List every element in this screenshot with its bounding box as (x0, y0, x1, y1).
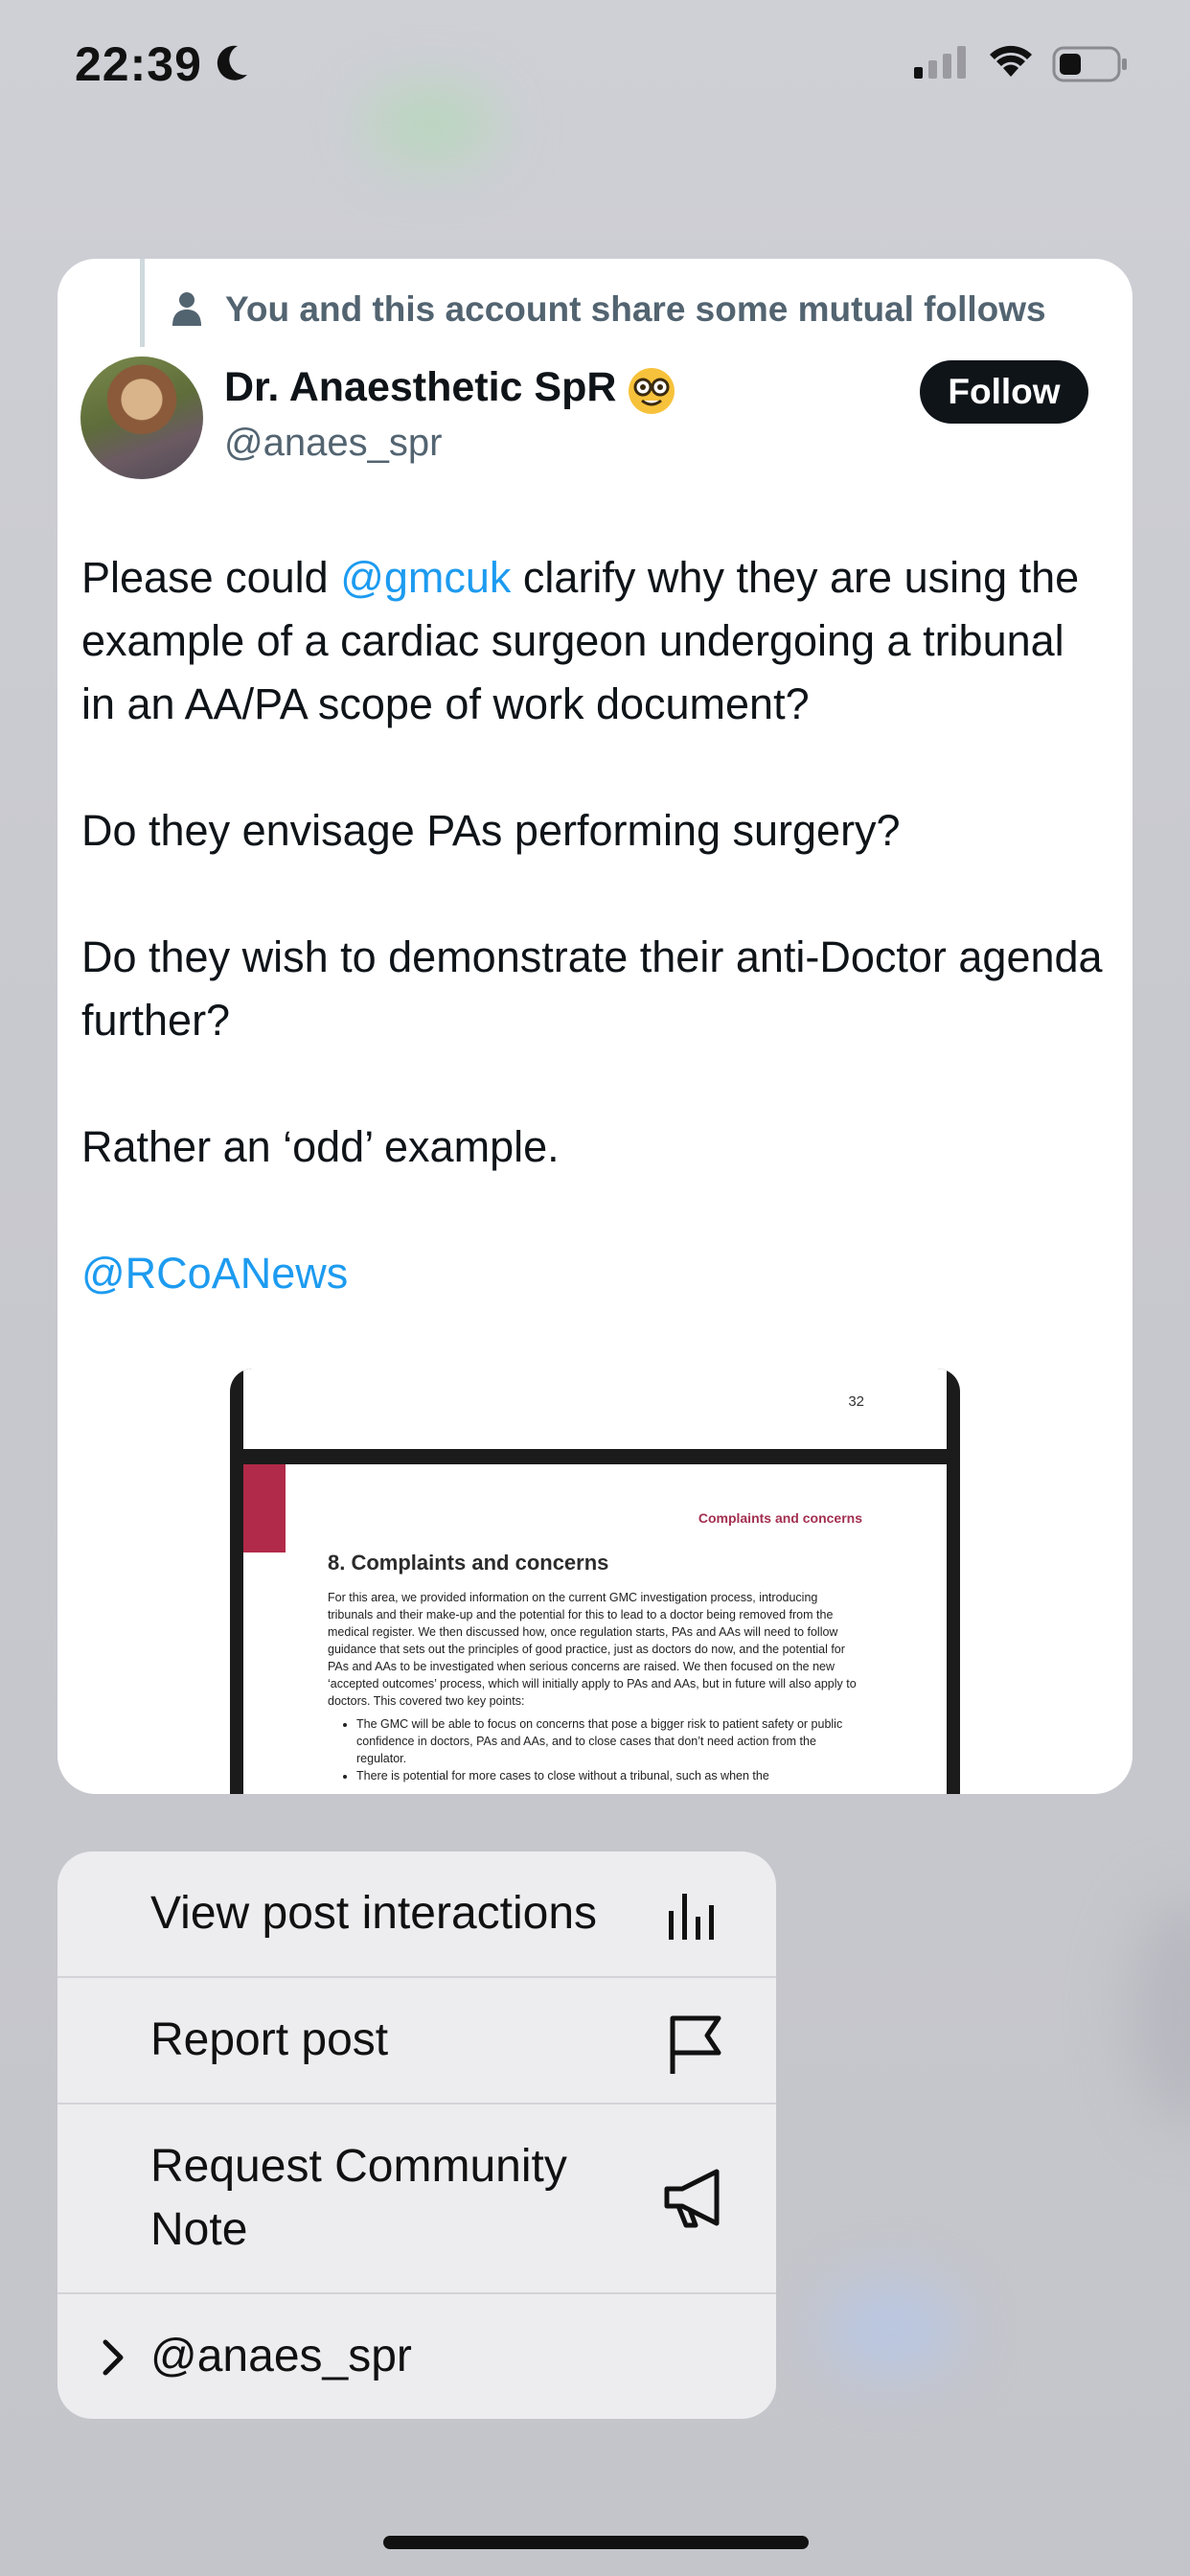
background-blur-shape (824, 2281, 958, 2377)
mention-link[interactable]: @RCoANews (81, 1249, 348, 1298)
author-handle[interactable]: @anaes_spr (224, 422, 442, 465)
document-bullet: There is potential for more cases to clo… (356, 1767, 864, 1784)
section-tab (243, 1464, 286, 1552)
document-heading: 8. Complaints and concerns (328, 1551, 609, 1575)
follow-button[interactable]: Follow (920, 360, 1088, 424)
mention-link[interactable]: @gmcuk (340, 553, 511, 602)
text-segment: Please could (81, 553, 341, 602)
document-body: For this area, we provided information o… (328, 1589, 864, 1784)
menu-item-label: @anaes_spr (150, 2331, 412, 2381)
document-bullet: The GMC will be able to focus on concern… (356, 1715, 864, 1767)
author-name[interactable]: Dr. Anaesthetic SpR (224, 364, 616, 411)
person-icon (172, 292, 201, 326)
wifi-icon (990, 45, 1032, 77)
flag-icon (670, 2015, 721, 2074)
nerd-face-icon (629, 368, 675, 414)
document-bullets: The GMC will be able to focus on concern… (328, 1715, 864, 1784)
thread-line (140, 259, 145, 347)
moon-icon (217, 45, 247, 80)
menu-item-label: View post interactions (150, 1888, 598, 1939)
social-context-text: You and this account share some mutual f… (225, 289, 1046, 329)
post-paragraph: @RCoANews (81, 1242, 1107, 1305)
document-page: Complaints and concerns 8. Complaints an… (243, 1464, 947, 1794)
page-number: 32 (848, 1393, 864, 1410)
post-media-image[interactable]: 32 Complaints and concerns 8. Complaints… (230, 1368, 960, 1794)
menu-item-report-post[interactable]: Report post (57, 1978, 776, 2103)
context-menu: View post interactions Report post Reque… (57, 1852, 776, 2419)
post-preview-card[interactable]: You and this account share some mutual f… (57, 259, 1133, 1794)
menu-item-request-community-note[interactable]: Request Community Note (57, 2104, 776, 2292)
menu-item-label: Request Community Note (150, 2141, 567, 2255)
menu-item-label: Report post (150, 2014, 389, 2065)
menu-item-account[interactable]: @anaes_spr (57, 2294, 776, 2419)
home-indicator[interactable] (383, 2536, 809, 2549)
background-blur-shape (1131, 1898, 1190, 2128)
battery-icon (1052, 46, 1127, 82)
document-page-top: 32 (243, 1368, 947, 1449)
post-paragraph: Do they wish to demonstrate their anti-D… (81, 932, 1103, 1045)
avatar[interactable] (80, 356, 203, 479)
post-paragraph: Please could @gmcuk clarify why they are… (81, 546, 1107, 736)
status-bar: 22:39 (0, 0, 1190, 129)
post-paragraph: Rather an ‘odd’ example. (81, 1122, 560, 1171)
menu-item-view-post-interactions[interactable]: View post interactions (57, 1852, 776, 1976)
status-time: 22:39 (75, 37, 202, 91)
chevron-right-icon (103, 2339, 124, 2376)
megaphone-icon (664, 2169, 720, 2228)
section-header: Complaints and concerns (698, 1510, 862, 1526)
post-text: Please could @gmcuk clarify why they are… (81, 546, 1107, 1305)
cellular-signal-icon (914, 46, 966, 79)
document-paragraph: For this area, we provided information o… (328, 1591, 857, 1708)
bar-chart-icon (669, 1894, 714, 1940)
post-paragraph: Do they envisage PAs performing surgery? (81, 806, 901, 855)
